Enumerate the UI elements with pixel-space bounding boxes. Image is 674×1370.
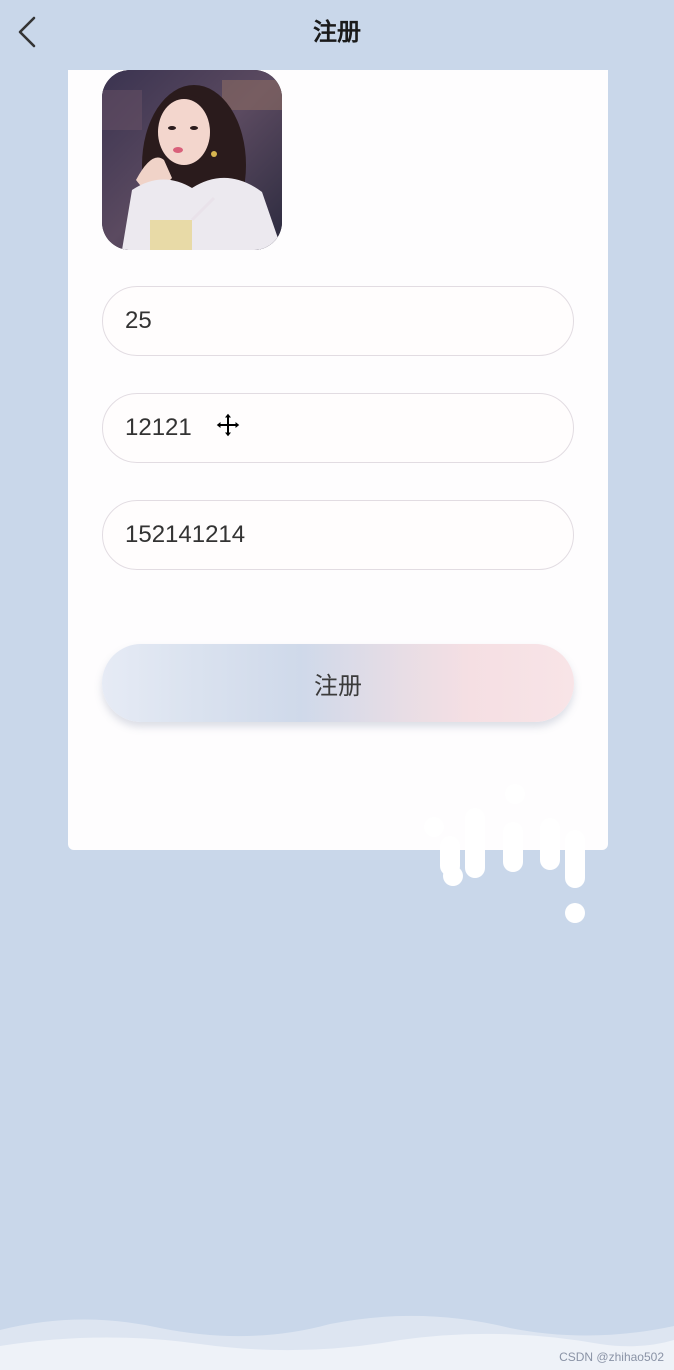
age-input[interactable] [103, 287, 573, 355]
register-card: 注册 [68, 70, 608, 850]
password-field[interactable] [102, 393, 574, 463]
avatar[interactable] [102, 70, 282, 250]
watermark: CSDN @zhihao502 [559, 1350, 664, 1364]
age-field[interactable] [102, 286, 574, 356]
top-nav-bar: 注册 [0, 0, 674, 66]
page-title: 注册 [313, 18, 361, 46]
register-button[interactable]: 注册 [102, 644, 574, 722]
drip-decoration [424, 784, 585, 923]
avatar-photo [102, 70, 282, 250]
password-input[interactable] [103, 394, 573, 462]
phone-field[interactable] [102, 500, 574, 570]
move-cursor-icon [215, 412, 241, 438]
phone-input[interactable] [103, 501, 573, 569]
